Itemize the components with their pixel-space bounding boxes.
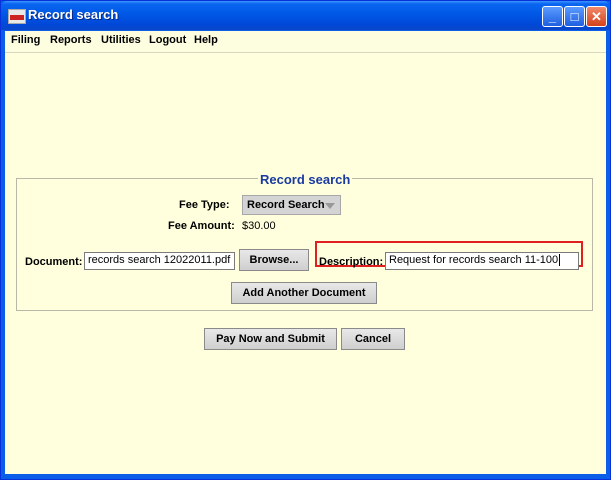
chevron-down-icon <box>325 203 335 209</box>
browse-button[interactable]: Browse... <box>239 249 309 271</box>
cancel-button[interactable]: Cancel <box>341 328 405 350</box>
menu-utilities[interactable]: Utilities <box>101 34 141 46</box>
document-label: Document: <box>25 256 83 268</box>
minimize-icon[interactable]: _ <box>542 6 563 27</box>
window-title: Record search <box>28 7 119 22</box>
menu-help[interactable]: Help <box>194 34 218 46</box>
menu-reports[interactable]: Reports <box>50 34 92 46</box>
title-bar[interactable]: Record search _ □ ✕ <box>1 1 610 30</box>
document-field[interactable]: records search 12022011.pdf <box>84 252 235 270</box>
fee-type-label: Fee Type: <box>179 199 230 211</box>
maximize-icon[interactable]: □ <box>564 6 585 27</box>
description-value: Request for records search 11-100 <box>389 254 559 266</box>
description-label: Description: <box>319 256 384 268</box>
description-field[interactable]: Request for records search 11-100 <box>385 252 579 270</box>
menu-bar: Filing Reports Utilities Logout Help <box>5 31 606 53</box>
main-content: Record search Fee Type: Record Search Fe… <box>5 53 606 474</box>
app-window: Record search _ □ ✕ Filing Reports Utili… <box>0 0 611 480</box>
menu-filing[interactable]: Filing <box>11 34 40 46</box>
text-cursor <box>559 254 561 267</box>
fee-amount-label: Fee Amount: <box>168 220 235 232</box>
fee-type-select[interactable]: Record Search <box>242 195 341 215</box>
fee-type-value: Record Search <box>247 199 325 211</box>
app-icon <box>8 9 26 24</box>
close-icon[interactable]: ✕ <box>586 6 607 27</box>
menu-logout[interactable]: Logout <box>149 34 186 46</box>
panel-title: Record search <box>258 172 353 187</box>
fee-amount-value: $30.00 <box>242 220 276 232</box>
pay-now-and-submit-button[interactable]: Pay Now and Submit <box>204 328 337 350</box>
add-another-document-button[interactable]: Add Another Document <box>231 282 377 304</box>
